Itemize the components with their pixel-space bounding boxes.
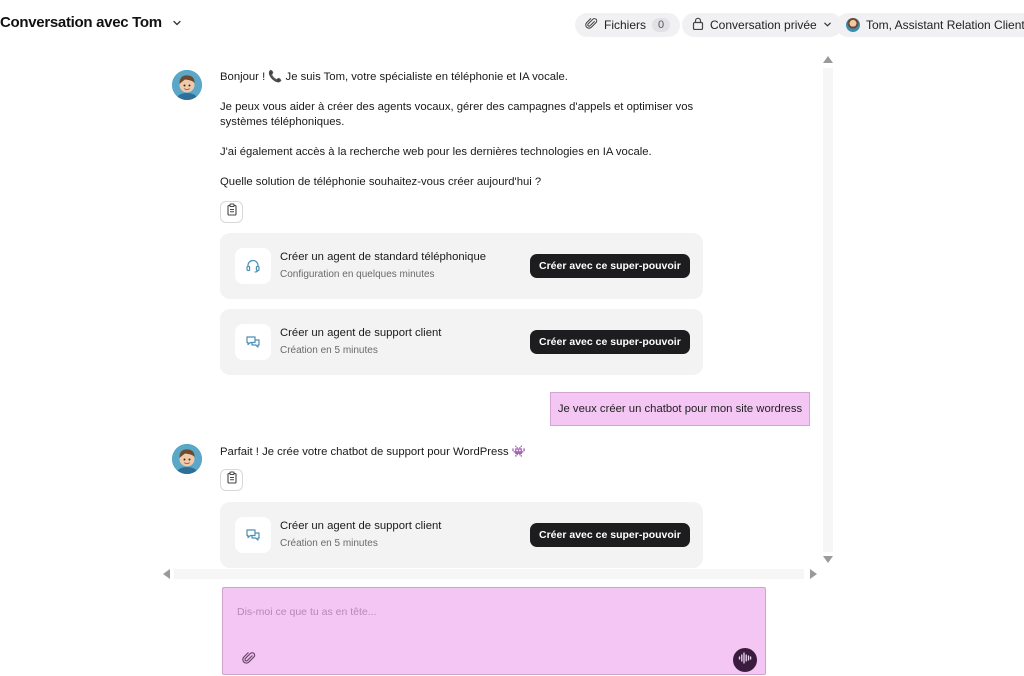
conversation-title-dropdown[interactable]: Conversation avec Tom bbox=[0, 14, 182, 31]
scroll-down-arrow-icon[interactable] bbox=[823, 556, 833, 563]
scroll-right-arrow-icon[interactable] bbox=[810, 569, 817, 579]
clipboard-icon bbox=[226, 203, 238, 221]
suggestion-card: Créer un agent de support client Créatio… bbox=[220, 502, 703, 568]
card-subtitle: Configuration en quelques minutes bbox=[280, 269, 435, 280]
waveform-icon bbox=[738, 651, 752, 669]
horizontal-scrollbar[interactable] bbox=[160, 566, 820, 582]
scroll-track[interactable] bbox=[823, 68, 833, 552]
chevron-down-icon bbox=[172, 18, 182, 28]
chevron-down-icon bbox=[823, 18, 832, 32]
copy-button[interactable] bbox=[220, 469, 243, 491]
card-title: Créer un agent de support client bbox=[280, 327, 442, 339]
agent-label: Tom, Assistant Relation Client bbox=[866, 18, 1024, 32]
create-agent-button[interactable]: Créer avec ce super-pouvoir bbox=[530, 254, 690, 278]
voice-input-button[interactable] bbox=[733, 648, 757, 672]
assistant-avatar bbox=[172, 70, 202, 100]
page-title: Conversation avec Tom bbox=[0, 14, 162, 31]
assistant-message: Parfait ! Je crée votre chatbot de suppo… bbox=[220, 445, 710, 460]
create-agent-button[interactable]: Créer avec ce super-pouvoir bbox=[530, 330, 690, 354]
scroll-left-arrow-icon[interactable] bbox=[163, 569, 170, 579]
assistant-message: Bonjour ! 📞 Je suis Tom, votre spécialis… bbox=[220, 70, 710, 190]
message-paragraph: J'ai également accès à la recherche web … bbox=[220, 146, 652, 158]
message-paragraph: Parfait ! Je crée votre chatbot de suppo… bbox=[220, 446, 526, 458]
files-label: Fichiers bbox=[604, 18, 647, 32]
vertical-scrollbar[interactable] bbox=[820, 54, 836, 566]
copy-button[interactable] bbox=[220, 201, 243, 223]
message-composer bbox=[222, 587, 766, 675]
message-paragraph: Bonjour ! 📞 Je suis Tom, votre spécialis… bbox=[220, 71, 568, 83]
create-agent-button[interactable]: Créer avec ce super-pouvoir bbox=[530, 523, 690, 547]
message-paragraph: Quelle solution de téléphonie souhaitez-… bbox=[220, 176, 542, 188]
scroll-track[interactable] bbox=[174, 569, 804, 579]
privacy-label: Conversation privée bbox=[710, 18, 817, 32]
agent-selector[interactable]: Tom, Assistant Relation Client bbox=[836, 13, 1024, 37]
paperclip-icon[interactable] bbox=[242, 651, 256, 670]
clipboard-icon bbox=[226, 471, 238, 489]
chat-bubbles-icon bbox=[235, 517, 271, 553]
headset-icon bbox=[235, 248, 271, 284]
files-button[interactable]: Fichiers 0 bbox=[575, 13, 681, 37]
card-subtitle: Création en 5 minutes bbox=[280, 538, 378, 549]
suggestion-card: Créer un agent de standard téléphonique … bbox=[220, 233, 703, 299]
chat-thread: Bonjour ! 📞 Je suis Tom, votre spécialis… bbox=[160, 50, 838, 580]
lock-icon bbox=[692, 17, 704, 33]
top-bar: Conversation avec Tom Fichiers 0 Convers… bbox=[0, 0, 1024, 50]
privacy-dropdown[interactable]: Conversation privée bbox=[682, 13, 842, 37]
assistant-avatar bbox=[172, 444, 202, 474]
agent-avatar bbox=[846, 18, 860, 32]
user-message: Je veux créer un chatbot pour mon site w… bbox=[550, 392, 810, 426]
chat-bubbles-icon bbox=[235, 324, 271, 360]
paperclip-icon bbox=[585, 17, 598, 33]
message-paragraph: Je peux vous aider à créer des agents vo… bbox=[220, 101, 694, 128]
card-title: Créer un agent de support client bbox=[280, 520, 442, 532]
files-count-badge: 0 bbox=[652, 18, 671, 32]
message-input[interactable] bbox=[237, 606, 737, 618]
card-title: Créer un agent de standard téléphonique bbox=[280, 251, 487, 263]
card-subtitle: Création en 5 minutes bbox=[280, 345, 378, 356]
scroll-up-arrow-icon[interactable] bbox=[823, 56, 833, 63]
suggestion-card: Créer un agent de support client Créatio… bbox=[220, 309, 703, 375]
